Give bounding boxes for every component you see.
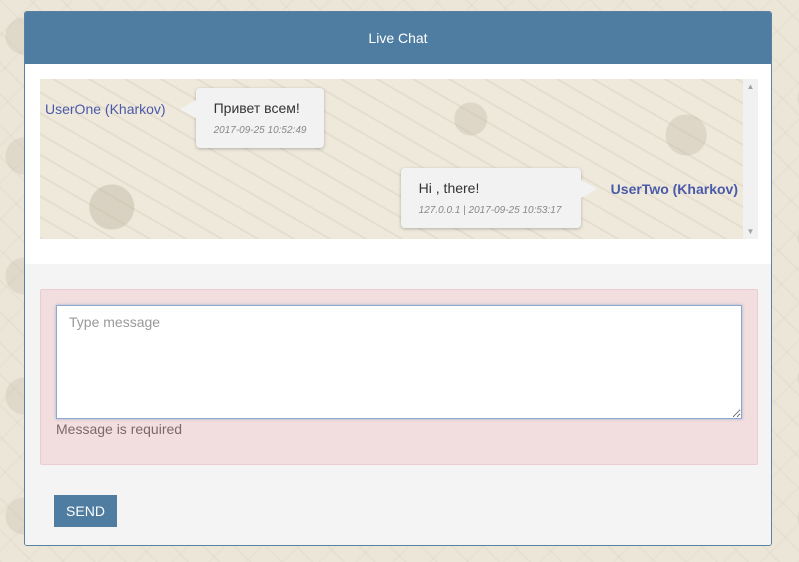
message-timestamp: 127.0.0.1 | 2017-09-25 10:53:17 bbox=[418, 205, 562, 216]
message-username: UserOne (Kharkov) bbox=[45, 101, 166, 117]
validation-error: Message is required bbox=[56, 421, 183, 437]
scroll-down-arrow-icon[interactable]: ▼ bbox=[743, 224, 758, 239]
send-button[interactable]: SEND bbox=[54, 495, 117, 527]
chat-footer: Message is required SEND bbox=[25, 264, 771, 545]
message-timestamp: 2017-09-25 10:52:49 bbox=[213, 125, 307, 136]
chat-title: Live Chat bbox=[368, 30, 428, 46]
message-bubble: Привет всем! 2017-09-25 10:52:49 bbox=[179, 88, 324, 148]
message-list[interactable]: UserOne (Kharkov) Привет всем! 2017-09-2… bbox=[40, 79, 758, 239]
chat-header: Live Chat bbox=[25, 12, 771, 64]
message-bubble: Hi , there! 127.0.0.1 | 2017-09-25 10:53… bbox=[400, 168, 597, 228]
message-input[interactable] bbox=[56, 305, 742, 419]
chat-panel: Live Chat UserOne (Kharkov) Привет всем!… bbox=[24, 11, 772, 546]
message-item: Hi , there! 127.0.0.1 | 2017-09-25 10:53… bbox=[400, 168, 738, 228]
message-scrollbar[interactable]: ▲ ▼ bbox=[743, 79, 758, 239]
message-username: UserTwo (Kharkov) bbox=[610, 181, 738, 197]
chat-body: UserOne (Kharkov) Привет всем! 2017-09-2… bbox=[25, 64, 771, 264]
message-text: Привет всем! bbox=[213, 100, 300, 116]
message-item: UserOne (Kharkov) Привет всем! 2017-09-2… bbox=[45, 88, 324, 148]
scroll-up-arrow-icon[interactable]: ▲ bbox=[743, 79, 758, 94]
message-text: Hi , there! bbox=[418, 180, 480, 196]
message-form-group: Message is required bbox=[40, 289, 758, 465]
